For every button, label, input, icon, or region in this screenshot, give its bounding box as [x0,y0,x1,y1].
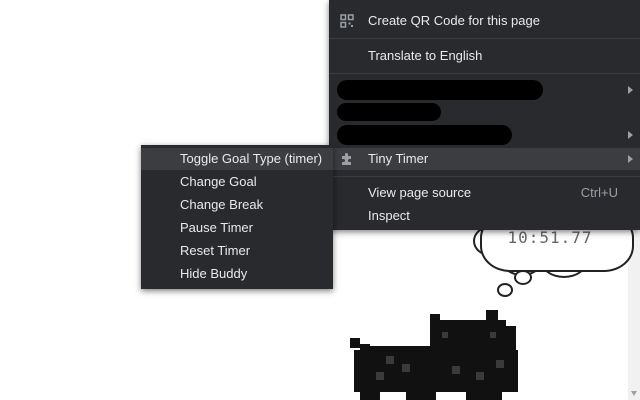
scroll-down-arrow-icon[interactable] [631,391,637,396]
menu-item-create-qr[interactable]: Create QR Code for this page [329,10,640,32]
menu-item-label: Create QR Code for this page [368,13,540,28]
bubble-trail-dot [497,283,513,297]
redaction-mark [337,103,441,121]
context-menu: Create QR Code for this page Translate t… [329,0,640,230]
submenu-item-pause-timer[interactable]: Pause Timer [141,217,333,239]
menu-item-label: Inspect [368,208,410,223]
submenu-arrow-icon [628,86,633,94]
submenu-item-change-break[interactable]: Change Break [141,194,333,216]
menu-item-tiny-timer[interactable]: Tiny Timer [329,148,640,170]
submenu-arrow-icon [628,131,633,139]
submenu-item-label: Change Break [180,197,264,212]
submenu-item-label: Hide Buddy [180,266,248,281]
menu-item-translate[interactable]: Translate to English [329,45,640,67]
submenu-item-toggle-goal-type[interactable]: Toggle Goal Type (timer) [141,148,333,170]
menu-separator [329,38,640,39]
menu-item-label: View page source [368,185,472,200]
cat-buddy-icon[interactable] [346,306,518,400]
bubble-trail-dot [514,270,532,285]
keyboard-shortcut: Ctrl+U [580,185,618,200]
qr-code-icon [340,14,354,28]
submenu-item-label: Change Goal [180,174,257,189]
tiny-timer-submenu: Toggle Goal Type (timer) Change Goal Cha… [141,145,333,289]
redaction-mark [337,125,512,145]
submenu-arrow-icon [628,155,633,163]
redaction-mark [337,80,543,100]
extension-puzzle-icon [342,153,351,165]
submenu-item-label: Toggle Goal Type (timer) [180,151,323,166]
submenu-item-reset-timer[interactable]: Reset Timer [141,240,333,262]
submenu-item-hide-buddy[interactable]: Hide Buddy [141,263,333,285]
menu-separator [329,73,640,74]
menu-item-inspect[interactable]: Inspect [329,205,640,227]
menu-item-label: Tiny Timer [368,151,429,166]
submenu-item-change-goal[interactable]: Change Goal [141,171,333,193]
menu-separator [329,176,640,177]
timer-readout: 10:51.77 [507,228,593,247]
menu-item-label: Translate to English [368,48,483,63]
submenu-item-label: Pause Timer [180,220,253,235]
menu-item-view-source[interactable]: View page source Ctrl+U [329,182,640,204]
submenu-item-label: Reset Timer [180,243,251,258]
